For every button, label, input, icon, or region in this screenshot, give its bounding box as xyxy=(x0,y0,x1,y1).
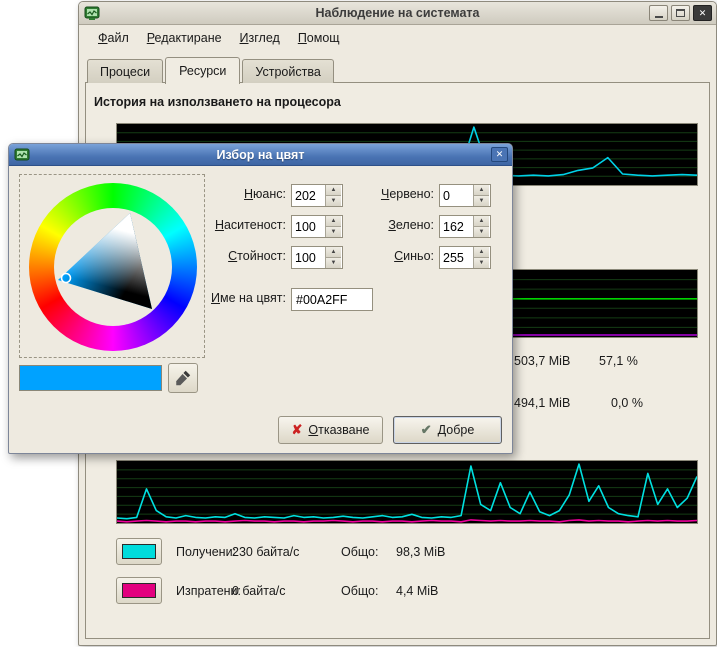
eyedropper-icon xyxy=(174,369,192,387)
received-color-swatch xyxy=(122,544,156,559)
value-spin-up[interactable]: ▲ xyxy=(326,247,341,258)
ok-button[interactable]: ✔ Добре xyxy=(393,416,502,444)
ok-check-icon: ✔ xyxy=(421,422,432,438)
received-color-button[interactable] xyxy=(116,538,162,565)
swap-total-value: 494,1 MiB xyxy=(514,396,570,410)
value-spin-down[interactable]: ▼ xyxy=(326,258,341,268)
green-spin-up[interactable]: ▲ xyxy=(474,216,489,227)
color-picker-dialog: Избор на цвят ✕ xyxy=(8,143,513,454)
color-name-label: Име на цвят: xyxy=(169,291,286,305)
menu-view[interactable]: Изглед xyxy=(231,28,289,48)
tab-processes[interactable]: Процеси xyxy=(87,59,163,83)
blue-spin-down[interactable]: ▼ xyxy=(474,258,489,268)
menu-help[interactable]: Помощ xyxy=(289,28,349,48)
color-preview-swatch xyxy=(19,365,162,391)
red-spin-up[interactable]: ▲ xyxy=(474,185,489,196)
main-titlebar[interactable]: Наблюдение на системата ✕ xyxy=(79,2,716,25)
dialog-icon xyxy=(14,147,30,163)
sent-total-value: 4,4 MiB xyxy=(396,584,438,598)
value-label: Стойност: xyxy=(169,249,286,263)
saturation-spin-up[interactable]: ▲ xyxy=(326,216,341,227)
hue-input[interactable] xyxy=(292,185,325,206)
saturation-label: Наситеност: xyxy=(169,218,286,232)
main-window-title: Наблюдение на системата xyxy=(316,6,480,20)
saturation-spinner: ▲▼ xyxy=(291,215,343,238)
tab-resources[interactable]: Ресурси xyxy=(165,57,240,84)
ok-button-label: Добре xyxy=(438,423,475,437)
sv-triangle[interactable] xyxy=(29,183,197,351)
received-total-value: 98,3 MiB xyxy=(396,545,445,559)
eyedropper-button[interactable] xyxy=(168,363,198,393)
saturation-input[interactable] xyxy=(292,216,325,237)
sent-total-label: Общо: xyxy=(341,584,378,598)
green-spinner: ▲▼ xyxy=(439,215,491,238)
cancel-x-icon: ✘ xyxy=(292,422,303,438)
menu-file[interactable]: Файл xyxy=(89,28,138,48)
maximize-button[interactable] xyxy=(671,5,690,21)
red-input[interactable] xyxy=(440,185,473,206)
hue-spinner: ▲▼ xyxy=(291,184,343,207)
received-rate-value: 230 байта/с xyxy=(232,545,299,559)
green-label: Зелено: xyxy=(352,218,434,232)
cpu-history-heading: История на използването на процесора xyxy=(94,95,341,109)
blue-input[interactable] xyxy=(440,247,473,268)
dialog-title: Избор на цвят xyxy=(217,148,305,162)
received-label: Получени: xyxy=(176,545,236,559)
sent-color-swatch xyxy=(122,583,156,598)
dialog-close-button[interactable]: ✕ xyxy=(491,147,508,162)
hue-ring[interactable] xyxy=(29,183,197,351)
cancel-button-label: Отказване xyxy=(308,423,369,437)
tabstrip: Процеси Ресурси Устройства xyxy=(87,54,336,83)
close-button[interactable]: ✕ xyxy=(693,5,712,21)
minimize-icon xyxy=(655,16,663,18)
dialog-titlebar[interactable]: Избор на цвят ✕ xyxy=(9,144,512,166)
swap-percent-value: 0,0 % xyxy=(611,396,643,410)
color-wheel-area xyxy=(19,174,205,358)
cancel-button[interactable]: ✘ Отказване xyxy=(278,416,383,444)
tab-devices[interactable]: Устройства xyxy=(242,59,333,83)
red-spin-down[interactable]: ▼ xyxy=(474,196,489,206)
saturation-spin-down[interactable]: ▼ xyxy=(326,227,341,237)
memory-total-value: 503,7 MiB xyxy=(514,354,570,368)
red-label: Червено: xyxy=(352,187,434,201)
sent-rate-value: 0 байта/с xyxy=(232,584,286,598)
app-icon xyxy=(84,5,100,21)
hue-spin-up[interactable]: ▲ xyxy=(326,185,341,196)
minimize-button[interactable] xyxy=(649,5,668,21)
network-history-chart xyxy=(116,460,698,524)
red-spinner: ▲▼ xyxy=(439,184,491,207)
hue-spin-down[interactable]: ▼ xyxy=(326,196,341,206)
memory-percent-value: 57,1 % xyxy=(599,354,638,368)
menu-edit[interactable]: Редактиране xyxy=(138,28,231,48)
maximize-icon xyxy=(676,9,685,17)
blue-spinner: ▲▼ xyxy=(439,246,491,269)
received-total-label: Общо: xyxy=(341,545,378,559)
color-name-input[interactable] xyxy=(291,288,373,311)
blue-spin-up[interactable]: ▲ xyxy=(474,247,489,258)
green-spin-down[interactable]: ▼ xyxy=(474,227,489,237)
value-spinner: ▲▼ xyxy=(291,246,343,269)
green-input[interactable] xyxy=(440,216,473,237)
sent-color-button[interactable] xyxy=(116,577,162,604)
value-input[interactable] xyxy=(292,247,325,268)
menubar: Файл Редактиране Изглед Помощ xyxy=(81,26,714,50)
hue-label: Нюанс: xyxy=(169,187,286,201)
blue-label: Синьо: xyxy=(352,249,434,263)
